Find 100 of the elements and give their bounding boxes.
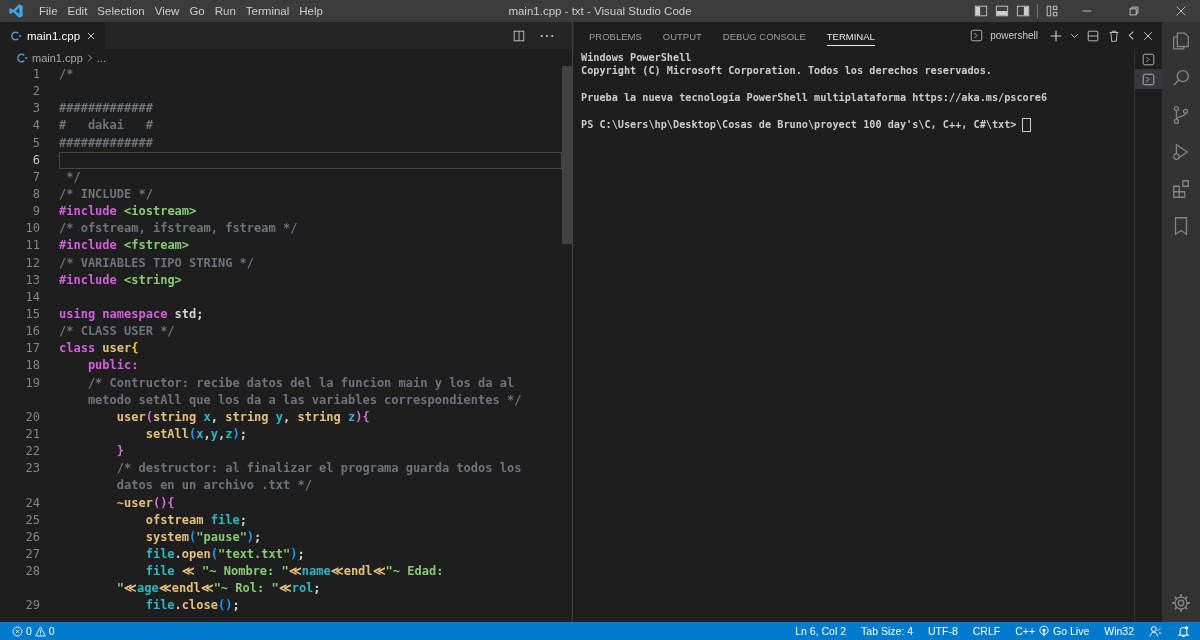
code-line: datos en un archivo .txt */ [115,478,312,493]
plus-icon[interactable] [1049,28,1063,43]
notification-bell-icon[interactable] [1177,624,1190,638]
code-line: metodo setAll que los da a las variables correspondientes */ [86,392,522,407]
settings-icon[interactable] [1170,592,1192,614]
terminal-output: Windows PowerShell [581,51,692,65]
breadcrumb-item[interactable]: main1.cpp [32,51,83,64]
line-number: 27 [24,545,40,563]
code-line: file.open("text.txt"); [144,546,305,561]
error-count[interactable]: 0 [26,625,32,637]
line-number: 28 [24,563,40,581]
terminal-output: PS C:\Users\hp\Desktop\Cosas de Bruno\proyect 100 day's\C, C++, C#\txt> [581,117,1017,132]
panel-tab[interactable]: TERMINAL [826,25,875,46]
panel-tab[interactable]: PROBLEMS [589,25,642,46]
split-terminal-icon[interactable] [1086,28,1100,43]
code-line: file ≪ "~ Nombre: "≪name≪endl≪"~ Edad: [144,564,444,579]
line-number: 14 [24,288,40,306]
code-line: /* destructor: al finalizar el programa guarda todos los [115,461,522,476]
broadcast-icon[interactable] [1038,625,1051,637]
code-line: ############# [59,101,153,116]
more-actions-icon[interactable] [540,33,554,38]
panel-tab[interactable]: OUTPUT [662,25,702,46]
status-item[interactable]: Tab Size: 4 [861,625,913,637]
line-number: 12 [24,254,40,272]
chevron-left-icon[interactable] [1128,30,1135,41]
status-item[interactable]: UTF-8 [928,625,958,637]
menu-item[interactable]: Help [294,5,328,17]
chevron-right-icon [86,52,93,63]
chevron-down-icon[interactable] [1070,32,1079,39]
line-number: 10 [24,220,40,238]
toggle-sidebar-icon[interactable] [974,4,988,18]
terminal-icon [1142,52,1155,66]
line-number: 13 [24,271,40,289]
warning-icon[interactable] [34,625,46,637]
menu-item[interactable]: Run [209,5,241,17]
toggle-secondary-sidebar-icon[interactable] [1016,4,1030,18]
terminal-output: Prueba la nueva tecnología PowerShell multiplataforma https://aka.ms/pscore6 [581,91,1048,105]
status-item[interactable]: Ln 6, Col 2 [795,625,847,637]
toggle-panel-icon[interactable] [995,4,1009,18]
line-number: 3 [31,100,40,118]
line-number: 17 [24,340,40,358]
close-icon[interactable] [1174,4,1188,18]
terminal-icon [1142,72,1155,86]
code-line: /* CLASS USER */ [59,324,175,339]
status-item[interactable]: Win32 [1104,625,1134,637]
terminal-instance[interactable] [1135,69,1162,89]
status-item[interactable]: CRLF [972,625,1001,637]
menu-item[interactable]: Go [184,5,210,17]
terminal-icon [970,29,984,42]
code-line: /* Contructor: recibe datos del la funcion main y los da al [86,375,515,390]
terminal-name[interactable]: powershell [990,30,1038,41]
vscode-logo-icon [8,3,24,19]
status-item[interactable]: C++ [1015,625,1036,637]
trash-icon[interactable] [1107,28,1121,43]
code-line: user(string x, string y, string z){ [115,409,370,424]
menu-item[interactable]: Selection [92,5,150,17]
error-icon[interactable] [12,625,23,637]
feedback-icon[interactable] [1149,624,1162,638]
line-number: 1 [31,66,40,83]
code-line: setAll(x,y,z); [144,426,247,441]
line-number: 7 [31,168,40,186]
go-live-button[interactable]: Go Live [1053,625,1090,637]
line-number: 23 [24,460,40,478]
code-line: ~user(){ [115,495,175,510]
code-line: */ [65,169,81,184]
code-line: "≪age≪endl≪"~ Rol: "≪rol; [115,581,321,596]
menu-item[interactable]: Terminal [240,5,295,17]
line-number: 26 [24,528,40,546]
code-line: #include <string> [59,272,182,287]
warning-count[interactable]: 0 [48,625,55,637]
layout-icon[interactable] [1045,4,1059,18]
code-line: # dakai # [59,118,153,133]
close-icon[interactable] [1142,29,1154,42]
panel-tab[interactable]: DEBUG CONSOLE [722,25,806,46]
line-number: 2 [31,83,40,101]
line-number: 11 [24,237,40,255]
code-line: file.close(); [144,598,240,613]
menu-item[interactable]: File [34,5,63,17]
code-line: system("pause"); [144,529,262,544]
code-line: /* ofstream, ifstream, fstream */ [59,221,298,236]
line-number: 21 [24,425,40,443]
line-number: 29 [24,597,40,615]
line-number: 15 [24,305,40,323]
line-number: 20 [24,408,40,426]
menu-item[interactable]: View [149,5,185,17]
line-number: 24 [24,494,40,512]
line-number: 4 [31,117,40,135]
line-number: 25 [24,511,40,529]
explorer-icon[interactable] [1170,30,1192,52]
restore-icon[interactable] [1127,4,1141,18]
search-icon[interactable] [1170,67,1192,89]
extensions-icon[interactable] [1170,178,1192,200]
terminal-output: Copyright (C) Microsoft Corporation. Todos los derechos reservados. [581,64,992,78]
breadcrumb-item[interactable]: ... [96,51,106,64]
code-line: /* INCLUDE */ [59,187,153,201]
cpp-file-icon [10,29,22,42]
split-editor-icon[interactable] [512,28,526,43]
editor-tab[interactable]: main1.cpp [0,22,106,49]
menu-item[interactable]: Edit [62,5,93,17]
code-line: } [115,444,125,459]
